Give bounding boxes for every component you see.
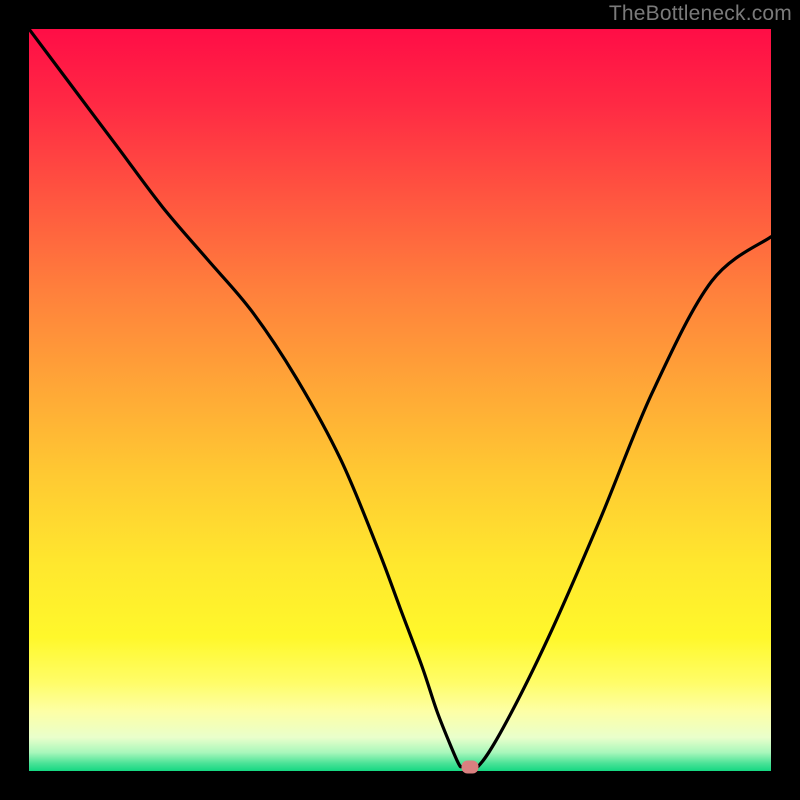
optimal-point-marker (462, 760, 479, 773)
plot-area (29, 29, 771, 771)
bottleneck-chart (29, 29, 771, 771)
watermark-text: TheBottleneck.com (609, 2, 792, 26)
gradient-background (29, 29, 771, 771)
app-frame: TheBottleneck.com (0, 0, 800, 800)
